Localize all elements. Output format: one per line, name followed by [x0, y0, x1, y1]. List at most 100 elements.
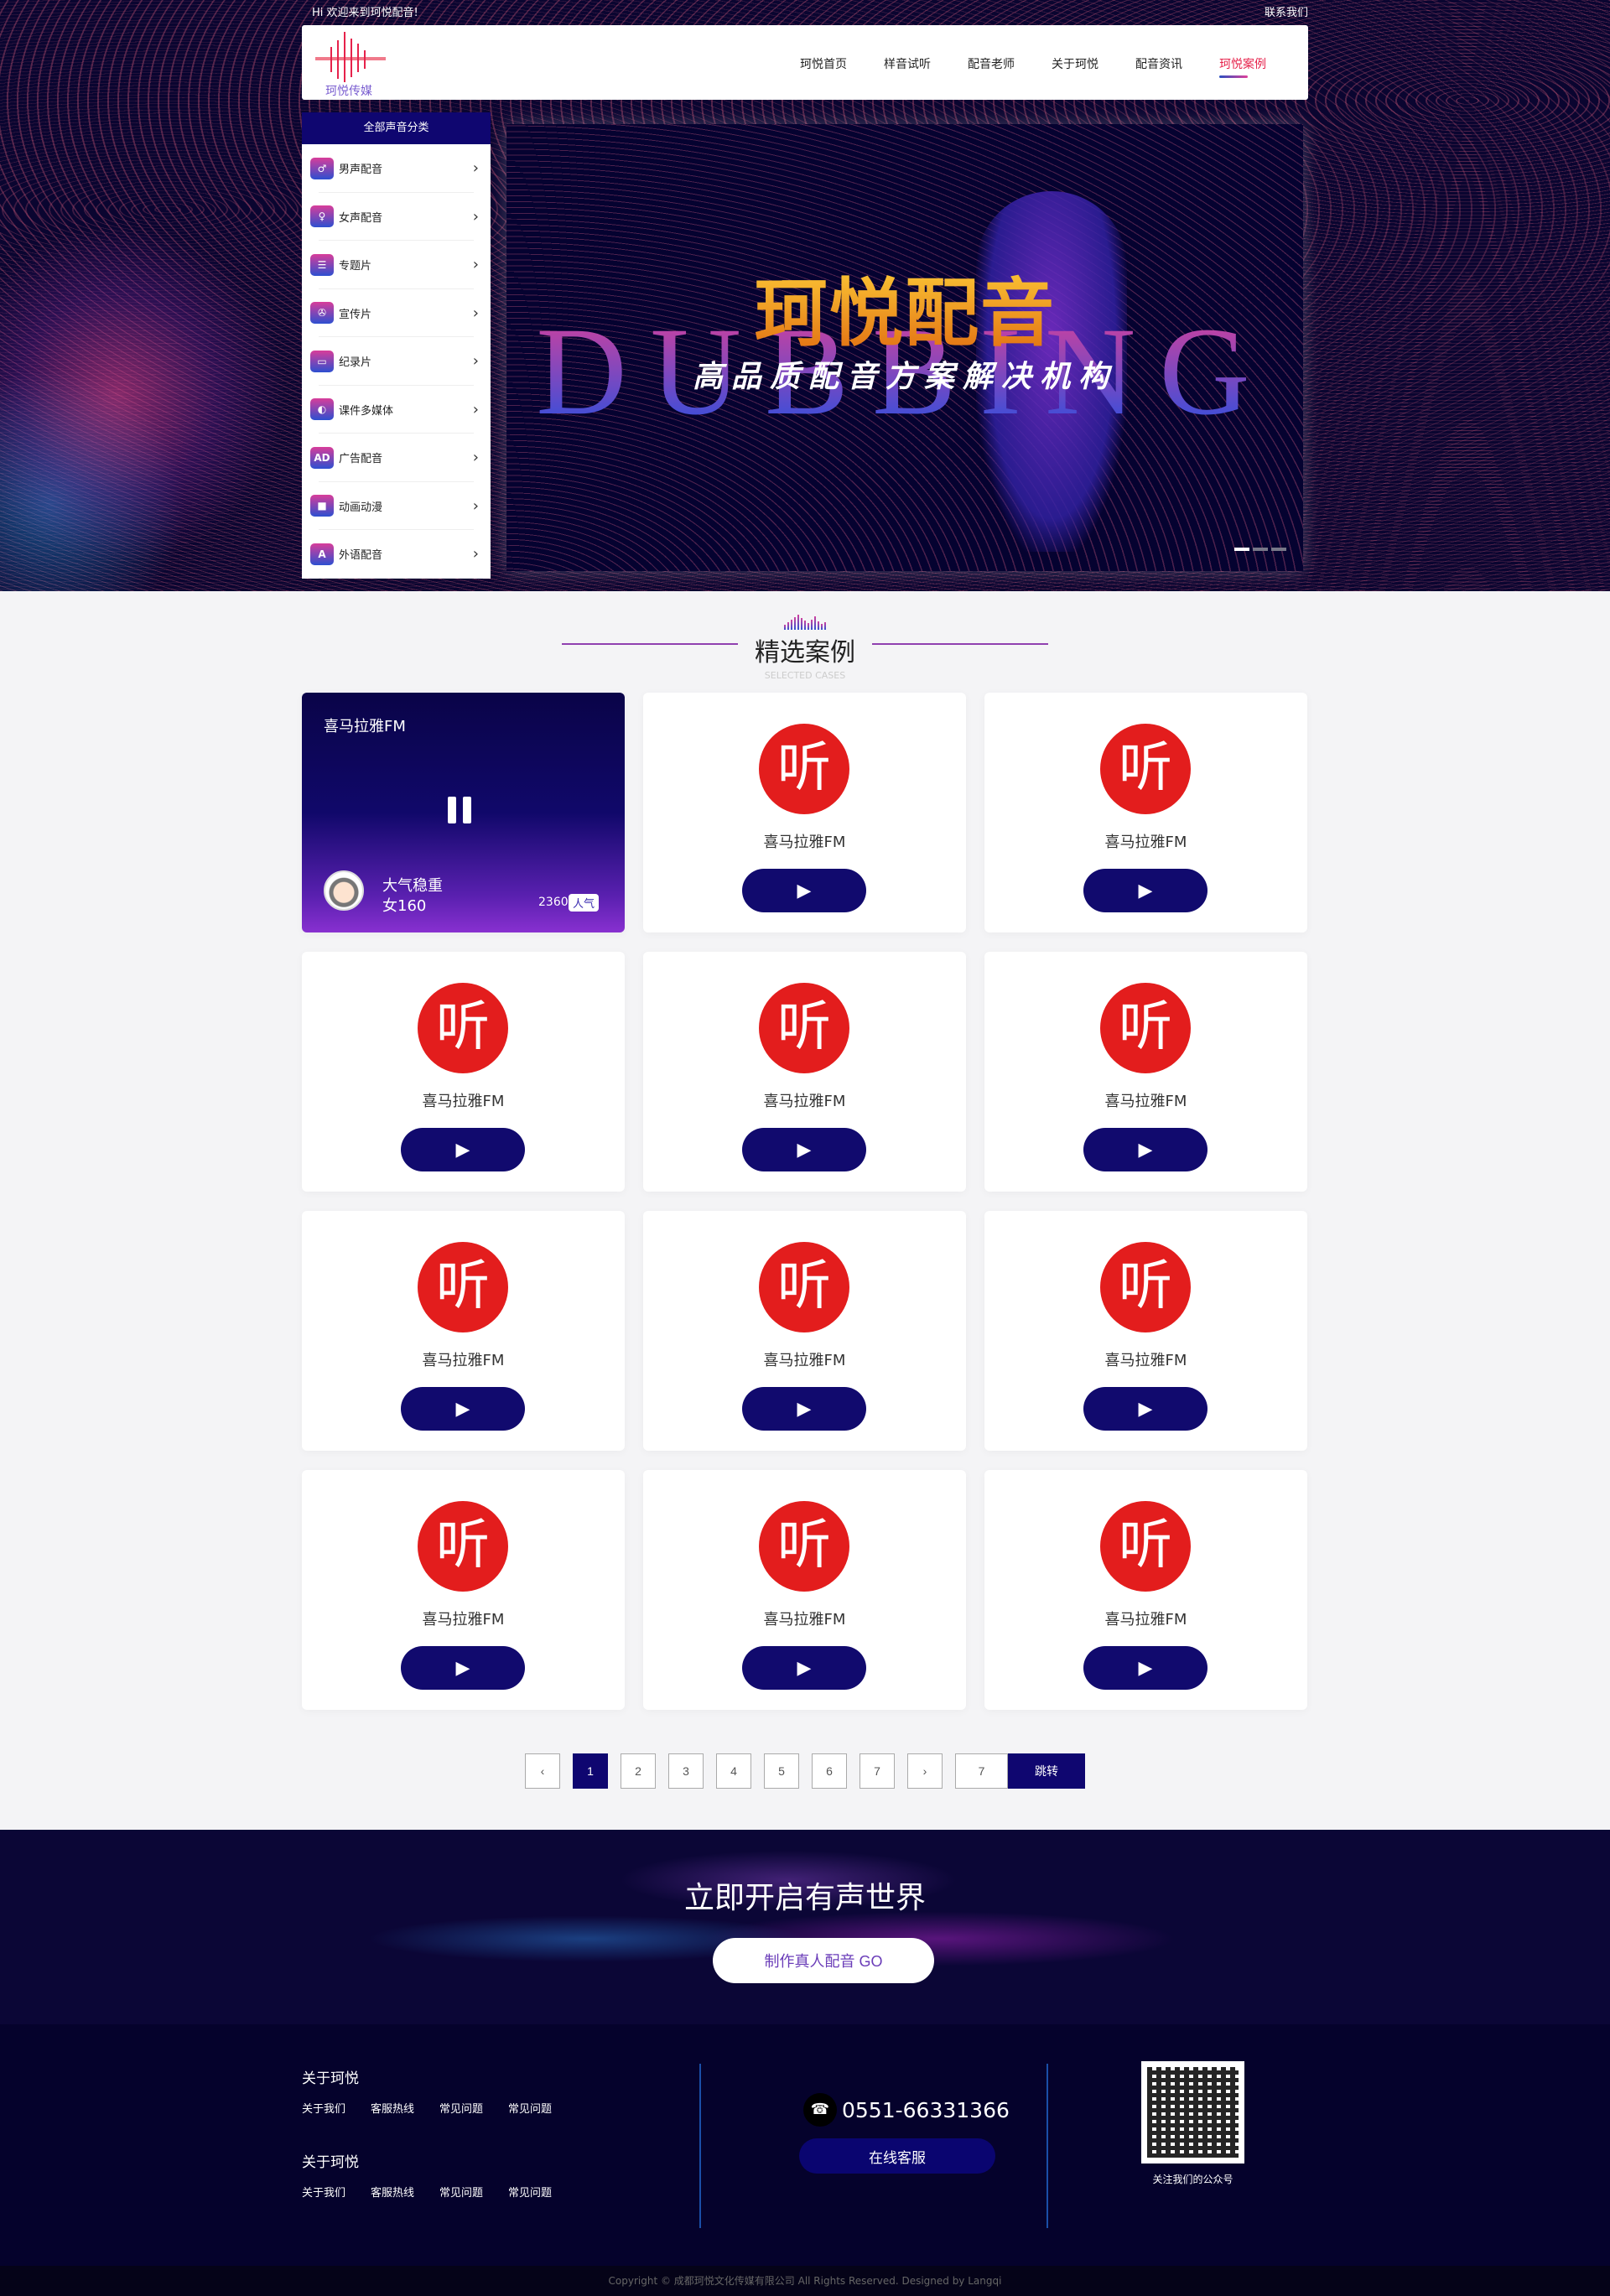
carousel-dot[interactable]: [1234, 548, 1249, 551]
play-button[interactable]: ▶: [1083, 869, 1208, 912]
suit-icon: ♂: [310, 157, 334, 179]
voice-style: 大气稳重: [382, 877, 443, 895]
footer-link[interactable]: 关于我们: [302, 2184, 345, 2200]
sidebar-item[interactable]: ✇ 宣传片 ›: [302, 289, 491, 338]
divider: [872, 643, 1048, 645]
case-card[interactable]: 听喜马拉雅FM ▶: [302, 1470, 625, 1710]
case-card-playing[interactable]: 喜马拉雅FM 大气稳重 女160 2360 人气: [302, 693, 625, 932]
film-reel-icon: ✇: [310, 302, 334, 325]
nav-item[interactable]: 珂悦首页: [800, 55, 847, 72]
case-name: 喜马拉雅FM: [422, 1352, 505, 1369]
sound-bar: [791, 620, 792, 630]
play-button[interactable]: ▶: [742, 1387, 866, 1431]
chevron-right-icon: ›: [472, 496, 479, 515]
main-nav: 珂悦首页 样音试听 配音老师 关于珂悦 配音资讯 珂悦案例: [763, 55, 1266, 78]
cta-banner: 立即开启有声世界 制作真人配音 GO: [0, 1830, 1610, 2024]
prev-page-button[interactable]: ‹: [525, 1753, 560, 1789]
play-button[interactable]: ▶: [1083, 1646, 1208, 1690]
nav-item[interactable]: 珂悦案例: [1219, 55, 1266, 78]
play-button[interactable]: ▶: [742, 1128, 866, 1171]
sidebar-item-label: 课件多媒体: [339, 404, 394, 418]
case-card[interactable]: 听喜马拉雅FM ▶: [984, 1470, 1307, 1710]
play-button[interactable]: ▶: [401, 1646, 525, 1690]
logo[interactable]: 珂悦传媒: [309, 29, 392, 98]
sidebar-item-label: 女声配音: [339, 211, 383, 225]
chevron-right-icon: ›: [472, 449, 479, 467]
page-jump-input[interactable]: [955, 1753, 1008, 1789]
sound-bar: [808, 623, 809, 630]
case-card[interactable]: 听喜马拉雅FM ▶: [643, 1211, 966, 1451]
contact-link[interactable]: 联系我们: [1265, 3, 1308, 23]
ximalaya-logo-icon: 听: [418, 1242, 508, 1332]
case-card[interactable]: 听喜马拉雅FM ▶: [984, 952, 1307, 1192]
ad-icon: AD: [310, 446, 334, 469]
nav-item[interactable]: 关于珂悦: [1052, 55, 1098, 72]
sidebar-item[interactable]: A 外语配音 ›: [302, 530, 491, 579]
sound-bar: [787, 622, 789, 630]
next-page-button[interactable]: ›: [907, 1753, 943, 1789]
page-button[interactable]: 6: [812, 1753, 847, 1789]
page-button[interactable]: 3: [668, 1753, 704, 1789]
sidebar-item[interactable]: ■ 动画动漫 ›: [302, 482, 491, 531]
nav-item[interactable]: 样音试听: [884, 55, 931, 72]
nav-item[interactable]: 配音资讯: [1135, 55, 1182, 72]
play-button[interactable]: ▶: [401, 1387, 525, 1431]
case-name: 喜马拉雅FM: [324, 718, 406, 735]
case-name: 喜马拉雅FM: [1104, 1352, 1187, 1369]
make-dubbing-button[interactable]: 制作真人配音 GO: [713, 1938, 934, 1983]
case-card[interactable]: 听喜马拉雅FM ▶: [984, 693, 1307, 932]
nav-item[interactable]: 配音老师: [968, 55, 1015, 72]
chevron-right-icon: ›: [472, 545, 479, 564]
sidebar-item[interactable]: ♀ 女声配音 ›: [302, 193, 491, 242]
sidebar-item[interactable]: ◐ 课件多媒体 ›: [302, 386, 491, 434]
online-service-button[interactable]: 在线客服: [799, 2138, 995, 2174]
page-button[interactable]: 1: [573, 1753, 608, 1789]
footer-link[interactable]: 常见问题: [508, 2100, 552, 2116]
footer-link[interactable]: 常见问题: [439, 2184, 483, 2200]
folder-icon: ☰: [310, 253, 334, 276]
case-name: 喜马拉雅FM: [763, 1611, 846, 1628]
play-button[interactable]: ▶: [1083, 1128, 1208, 1171]
page-button[interactable]: 5: [764, 1753, 799, 1789]
pause-button[interactable]: [448, 797, 478, 825]
chevron-right-icon: ›: [472, 400, 479, 418]
play-button[interactable]: ▶: [1083, 1387, 1208, 1431]
page-button[interactable]: 4: [716, 1753, 751, 1789]
sidebar-item[interactable]: ☰ 专题片 ›: [302, 241, 491, 289]
jump-button[interactable]: 跳转: [1008, 1753, 1085, 1789]
cta-title: 立即开启有声世界: [683, 1881, 926, 1915]
case-card[interactable]: 听喜马拉雅FM ▶: [643, 952, 966, 1192]
carousel-dot[interactable]: [1271, 548, 1286, 551]
case-card[interactable]: 听喜马拉雅FM ▶: [643, 1470, 966, 1710]
copyright: Copyright © 成都珂悦文化传媒有限公司 All Rights Rese…: [0, 2266, 1610, 2296]
section-header: 精选案例 SELECTED CASES: [0, 615, 1610, 681]
footer-link[interactable]: 客服热线: [371, 2184, 414, 2200]
case-name: 喜马拉雅FM: [422, 1611, 505, 1628]
play-button[interactable]: ▶: [742, 1646, 866, 1690]
sidebar-item[interactable]: ▭ 纪录片 ›: [302, 337, 491, 386]
footer-link[interactable]: 常见问题: [508, 2184, 552, 2200]
case-card[interactable]: 听喜马拉雅FM ▶: [984, 1211, 1307, 1451]
play-button[interactable]: ▶: [401, 1128, 525, 1171]
page-button[interactable]: 7: [860, 1753, 895, 1789]
ximalaya-logo-icon: 听: [1100, 1242, 1191, 1332]
footer-link[interactable]: 客服热线: [371, 2100, 414, 2116]
footer-link[interactable]: 关于我们: [302, 2100, 345, 2116]
carousel-dot[interactable]: [1253, 548, 1268, 551]
case-card[interactable]: 听喜马拉雅FM ▶: [302, 1211, 625, 1451]
ximalaya-logo-icon: 听: [759, 1242, 849, 1332]
hero-banner[interactable]: DUBBING 珂悦配音 高品质配音方案解决机构: [506, 124, 1303, 571]
sound-bar: [794, 617, 796, 630]
section-subtitle: SELECTED CASES: [764, 670, 846, 681]
sidebar-item[interactable]: ♂ 男声配音 ›: [302, 144, 491, 193]
case-card[interactable]: 听喜马拉雅FM ▶: [643, 693, 966, 932]
sidebar-item-label: 纪录片: [339, 356, 372, 370]
footer-link[interactable]: 常见问题: [439, 2100, 483, 2116]
sidebar-item[interactable]: AD 广告配音 ›: [302, 434, 491, 482]
sound-bar: [821, 624, 823, 630]
page-button[interactable]: 2: [621, 1753, 656, 1789]
play-button[interactable]: ▶: [742, 869, 866, 912]
case-card[interactable]: 听喜马拉雅FM ▶: [302, 952, 625, 1192]
footer-link-row: 关于我们 客服热线 常见问题 常见问题: [302, 2100, 552, 2116]
phone-text: 0551-66331366: [842, 2097, 1010, 2122]
